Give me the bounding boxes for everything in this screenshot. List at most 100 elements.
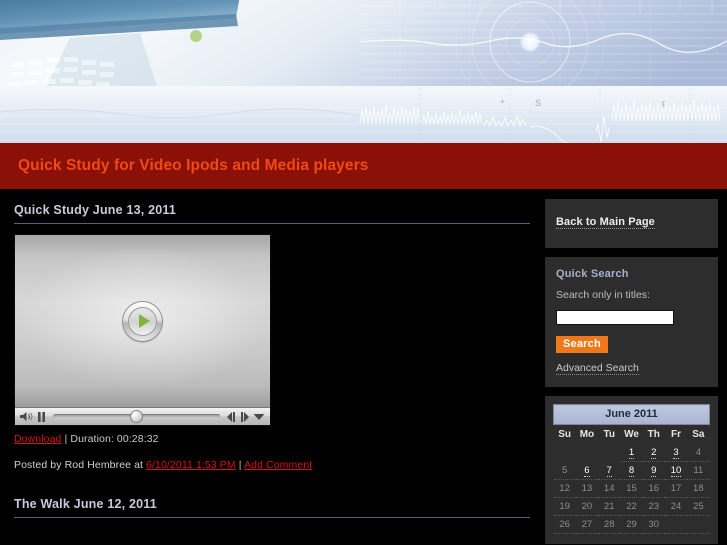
- calendar-day: 12: [553, 479, 576, 498]
- calendar-day-link[interactable]: 2: [642, 444, 665, 462]
- calendar-day-label: 10: [670, 465, 682, 477]
- calendar-day: 27: [575, 515, 599, 534]
- calendar-day: 29: [620, 515, 643, 534]
- play-button[interactable]: [123, 301, 162, 341]
- meta-separator: |: [64, 433, 68, 445]
- post-meta-download: Download | Duration: 00:28:32: [14, 426, 537, 445]
- calendar-day: 21: [598, 497, 621, 516]
- chevron-down-icon[interactable]: [251, 413, 267, 421]
- site-title: Quick Study for Video Ipods and Media pl…: [18, 157, 369, 174]
- calendar-day-link[interactable]: 8: [620, 461, 643, 480]
- page-body: Quick Study June 13, 2011 Download | Dur…: [0, 189, 727, 545]
- technology-abstract-banner-graphic: + S p: [0, 0, 727, 143]
- svg-text:S: S: [535, 98, 541, 108]
- quick-search-heading: Quick Search: [556, 268, 629, 280]
- calendar-table: June 2011 Su Mo Tu We Th Fr Sa 123456789…: [553, 404, 710, 534]
- step-back-icon[interactable]: [225, 411, 238, 422]
- calendar-day: [554, 444, 576, 462]
- calendar-dow: Th: [647, 429, 660, 440]
- advanced-search-link[interactable]: Advanced Search: [556, 362, 639, 375]
- calendar-day: [687, 515, 710, 534]
- calendar-day-label: 9: [651, 465, 657, 477]
- calendar-day: 26: [553, 515, 576, 534]
- video-stage[interactable]: [15, 235, 270, 407]
- calendar-day-label: 1: [628, 447, 635, 459]
- posted-by-text: Posted by Rod Hembree at: [14, 459, 144, 471]
- play-button-inner: [128, 306, 157, 336]
- calendar-day: 22: [620, 497, 643, 516]
- calendar-day: 19: [553, 497, 576, 516]
- calendar-day: 5: [553, 461, 576, 480]
- calendar-day: 13: [575, 479, 599, 498]
- post-entry: Quick Study June 13, 2011 Download | Dur…: [14, 203, 537, 471]
- player-controls: [15, 407, 270, 425]
- site-title-bar: Quick Study for Video Ipods and Media pl…: [0, 143, 727, 189]
- duration-label: Duration: 00:28:32: [70, 433, 159, 445]
- play-icon: [138, 314, 150, 328]
- main-content: Quick Study June 13, 2011 Download | Dur…: [0, 189, 537, 545]
- calendar-day: 4: [687, 444, 710, 462]
- pause-icon[interactable]: [35, 411, 48, 422]
- post-divider: [14, 223, 530, 224]
- calendar-day: 17: [664, 479, 688, 498]
- video-player[interactable]: [14, 234, 271, 426]
- calendar-day-link[interactable]: 1: [620, 444, 643, 462]
- sidebar: Back to Main Page Quick Search Search on…: [537, 189, 727, 545]
- calendar-dow: We: [624, 429, 639, 440]
- calendar-dow: Tu: [603, 429, 615, 440]
- sidebar-search-box: Quick Search Search only in titles: Sear…: [545, 257, 718, 387]
- meta-separator-2: |: [238, 459, 242, 471]
- calendar-widget: June 2011 Su Mo Tu We Th Fr Sa 123456789…: [545, 396, 718, 544]
- calendar-dow: Fr: [671, 429, 682, 440]
- calendar-day-label: 7: [606, 464, 612, 477]
- calendar-day: 20: [575, 497, 599, 516]
- scrubber-knob[interactable]: [131, 411, 143, 422]
- calendar-day: 14: [598, 479, 621, 498]
- svg-text:+: +: [500, 97, 505, 106]
- calendar-day: 24: [664, 497, 688, 516]
- volume-icon[interactable]: [18, 411, 35, 422]
- calendar-day: 30: [642, 515, 665, 534]
- post-meta-author: Posted by Rod Hembree at 6/10/2011 1:53 …: [14, 445, 537, 471]
- site-banner: + S p: [0, 0, 727, 143]
- page-root: + S p Quick Study for Video Ipods and Me…: [0, 0, 727, 545]
- download-link[interactable]: Download: [14, 433, 62, 445]
- calendar-dow: Su: [558, 429, 572, 440]
- calendar-week-row: 19 20 21 22 23 24 25: [553, 497, 710, 516]
- post-divider-2: [14, 517, 530, 518]
- calendar-day-label: 6: [584, 464, 590, 477]
- search-input[interactable]: [556, 310, 674, 325]
- post-title-2: The Walk June 12, 2011: [14, 497, 157, 511]
- calendar-week-row: 12 13 14 15 16 17 18: [553, 479, 710, 498]
- calendar-day-label: 2: [651, 447, 657, 459]
- calendar-day-link[interactable]: 10: [664, 461, 688, 480]
- step-forward-icon[interactable]: [238, 411, 251, 422]
- add-comment-link[interactable]: Add Comment: [244, 459, 312, 471]
- calendar-dow-row: Su Mo Tu We Th Fr Sa: [554, 425, 710, 445]
- calendar-day-link[interactable]: 9: [642, 461, 665, 480]
- calendar-day: 16: [642, 479, 665, 498]
- calendar-dow: Mo: [579, 429, 595, 440]
- scrubber[interactable]: [48, 408, 225, 426]
- post-title: Quick Study June 13, 2011: [14, 203, 177, 217]
- calendar-day-link[interactable]: 7: [598, 461, 621, 480]
- calendar-week-row: 5 6 7 8 9 10 11: [553, 461, 710, 480]
- search-button[interactable]: Search: [556, 336, 608, 353]
- calendar-day: 23: [642, 497, 665, 516]
- calendar-body: 1 2 3 4 5 6 7 8 9 10 11 12 13 14 15 16 17 18 19 20 21 22 23 24 2…: [553, 444, 710, 534]
- posted-date-link[interactable]: 6/10/2011 1:53 PM: [146, 459, 236, 471]
- calendar-month-title: June 2011: [553, 404, 710, 425]
- calendar-day-link[interactable]: 6: [575, 461, 599, 480]
- back-to-main-page-link[interactable]: Back to Main Page: [556, 216, 655, 229]
- calendar-day-label: 8: [628, 465, 635, 477]
- post-entry-2: The Walk June 12, 2011: [14, 471, 537, 518]
- calendar-day: 15: [620, 479, 643, 498]
- calendar-day-label: 3: [673, 447, 679, 459]
- sidebar-nav-box: Back to Main Page: [545, 199, 718, 248]
- calendar-day: 25: [687, 497, 710, 516]
- calendar-day: [664, 515, 688, 534]
- calendar-dow: Sa: [692, 429, 705, 440]
- calendar-day: 28: [598, 515, 621, 534]
- calendar-day: [598, 444, 620, 462]
- calendar-day-link[interactable]: 3: [664, 444, 688, 462]
